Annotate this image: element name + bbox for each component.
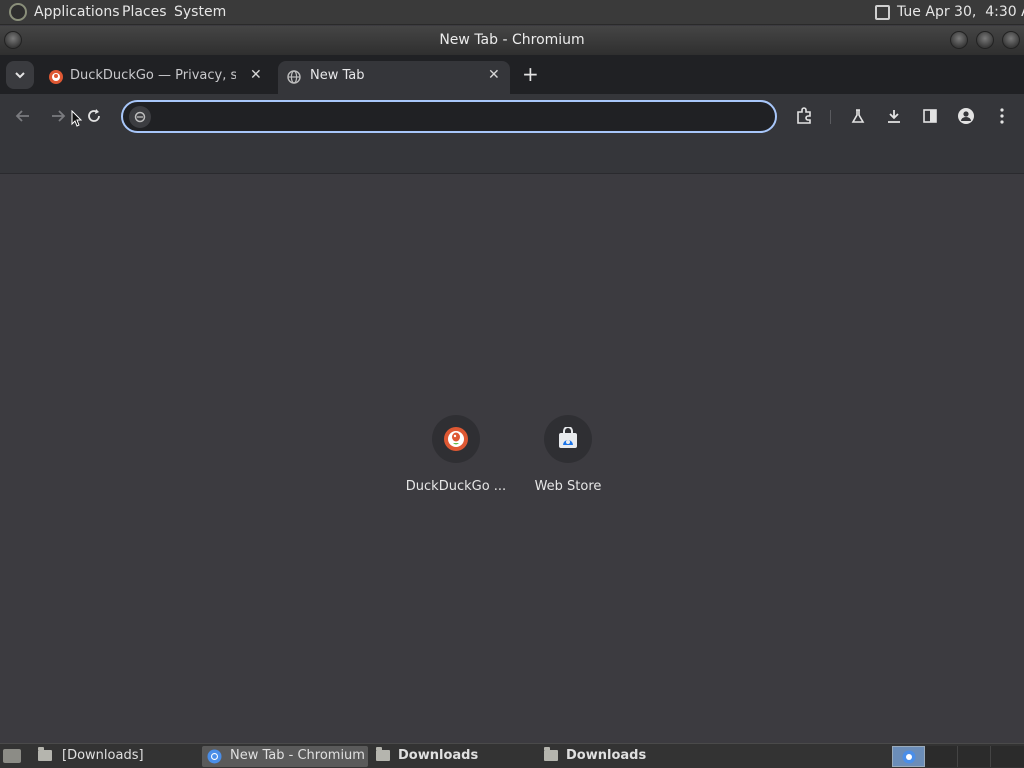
task-downloads-1[interactable]: Downloads [372, 746, 534, 767]
toolbar-divider [830, 110, 831, 124]
folder-icon [544, 747, 558, 761]
workspace-1[interactable] [892, 746, 925, 767]
task-label: Downloads [566, 748, 647, 763]
labs-button[interactable] [848, 106, 868, 126]
window-title: New Tab - Chromium [439, 32, 585, 48]
forward-button[interactable] [48, 106, 68, 126]
menu-button[interactable] [992, 106, 1012, 126]
task-downloads-minimized[interactable]: [Downloads] [34, 746, 196, 767]
minimize-icon[interactable] [950, 31, 968, 49]
duckduckgo-icon [432, 415, 480, 463]
globe-favicon-icon [287, 70, 301, 84]
tab-duckduckgo[interactable]: DuckDuckGo — Privacy, simp ✕ [40, 61, 270, 94]
taskbar: [Downloads] New Tab - Chromium Downloads… [0, 743, 1024, 768]
menu-system[interactable]: System [174, 4, 226, 20]
chromium-icon [207, 749, 222, 764]
close-tab-icon[interactable]: ✕ [250, 67, 262, 83]
gnome-foot-icon[interactable] [9, 3, 27, 21]
task-label: Downloads [398, 748, 479, 763]
shortcut-web-store[interactable]: Web Store [512, 415, 624, 511]
omnibox-input[interactable] [157, 107, 757, 127]
shortcut-label: Web Store [534, 479, 602, 494]
chromium-icon [902, 750, 916, 764]
shortcut-label: DuckDuckGo ... [405, 479, 507, 494]
duckduckgo-favicon-icon [49, 70, 63, 84]
chevron-down-icon [15, 72, 25, 79]
download-icon [888, 110, 900, 123]
arrow-left-icon [15, 110, 29, 122]
person-icon [958, 108, 974, 124]
close-tab-icon[interactable]: ✕ [488, 67, 500, 83]
back-button[interactable] [13, 106, 33, 126]
tab-new-tab[interactable]: New Tab ✕ [278, 61, 510, 94]
toolbar [0, 94, 1024, 139]
clock[interactable]: Tue Apr 30, 4:30 AM [897, 4, 1024, 20]
side-panel-button[interactable] [920, 106, 940, 126]
search-engine-icon [129, 106, 151, 128]
new-tab-page: DuckDuckGo ... Web Store [0, 175, 1024, 743]
close-window-icon[interactable] [1002, 31, 1020, 49]
workspace-4[interactable] [991, 746, 1024, 767]
workspace-3[interactable] [958, 746, 991, 767]
extensions-button[interactable] [794, 106, 814, 126]
arrow-right-icon [52, 110, 66, 122]
window-title-bar[interactable]: New Tab - Chromium [0, 26, 1024, 55]
new-tab-button[interactable]: + [522, 62, 539, 86]
tab-title: DuckDuckGo — Privacy, simp [70, 68, 236, 83]
top-panel: Applications Places System Tue Apr 30, 4… [0, 0, 1024, 25]
shortcut-duckduckgo[interactable]: DuckDuckGo ... [400, 415, 512, 511]
folder-icon [38, 747, 52, 761]
task-downloads-2[interactable]: Downloads [540, 746, 702, 767]
maximize-icon[interactable] [976, 31, 994, 49]
bookmark-bar [0, 139, 1024, 174]
downloads-button[interactable] [884, 106, 904, 126]
tab-strip: DuckDuckGo — Privacy, simp ✕ New Tab ✕ + [0, 55, 1024, 94]
kebab-menu-icon [1000, 108, 1004, 124]
side-panel-icon [923, 109, 937, 123]
workspace-switcher[interactable] [892, 746, 1024, 767]
task-label: New Tab - Chromium [230, 748, 365, 763]
workspace-2[interactable] [925, 746, 958, 767]
flask-icon [851, 109, 865, 123]
web-store-icon [544, 415, 592, 463]
puzzle-icon [797, 107, 811, 124]
tab-title: New Tab [310, 68, 365, 83]
mouse-cursor-icon [71, 110, 83, 127]
profile-button[interactable] [956, 106, 976, 126]
tab-search-button[interactable] [6, 61, 34, 89]
task-chromium[interactable]: New Tab - Chromium [202, 746, 368, 767]
menu-applications[interactable]: Applications [34, 4, 120, 20]
task-label: [Downloads] [62, 748, 144, 763]
show-desktop-icon[interactable] [3, 749, 21, 763]
reload-icon [88, 109, 100, 122]
menu-places[interactable]: Places [122, 4, 167, 20]
clock-applet-icon[interactable] [875, 5, 890, 20]
folder-icon [376, 747, 390, 761]
reload-button[interactable] [84, 106, 104, 126]
omnibox[interactable] [121, 100, 777, 133]
